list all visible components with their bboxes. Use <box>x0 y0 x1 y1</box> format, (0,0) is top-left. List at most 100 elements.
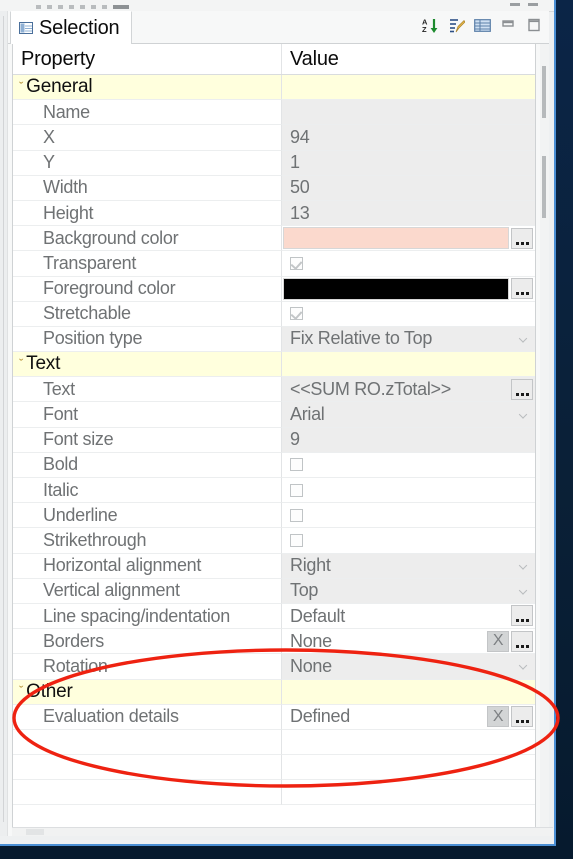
property-value-cell[interactable]: Top <box>281 578 535 604</box>
toolbar-combo[interactable] <box>113 4 129 9</box>
table-row[interactable]: Vertical alignment Top <box>13 578 535 604</box>
checkbox[interactable] <box>290 508 303 522</box>
property-value-cell[interactable] <box>281 503 535 529</box>
open-dialog-button[interactable] <box>511 605 533 627</box>
chevron-down-icon[interactable]: ˇ <box>19 80 23 93</box>
table-row[interactable]: Width 50 <box>13 175 535 201</box>
column-header-value[interactable]: Value <box>281 44 535 74</box>
property-value-cell[interactable] <box>281 301 535 327</box>
chevron-down-icon[interactable] <box>520 334 529 343</box>
table-row[interactable]: Height 13 <box>13 200 535 227</box>
table-row[interactable]: Y1 <box>13 150 535 176</box>
table-row[interactable]: X 94 <box>13 125 535 151</box>
table-row[interactable]: Evaluation details Defined X <box>13 704 535 730</box>
property-value-cell[interactable]: Defined X <box>281 704 535 730</box>
svg-text:Z: Z <box>422 25 427 34</box>
table-row[interactable]: Line spacing/indentation Default <box>13 603 535 630</box>
column-header-property[interactable]: Property <box>13 44 281 74</box>
chevron-down-icon[interactable] <box>520 662 529 671</box>
toolbar-button[interactable] <box>102 4 107 9</box>
table-row[interactable]: Italic <box>13 478 535 504</box>
property-value-cell[interactable]: 13 <box>281 200 535 227</box>
show-categories-icon[interactable] <box>471 15 493 35</box>
property-value-cell[interactable] <box>281 100 535 126</box>
property-value-cell[interactable]: None <box>281 654 535 680</box>
toolbar-button[interactable] <box>528 3 538 6</box>
property-value-cell[interactable] <box>281 478 535 504</box>
open-dialog-button[interactable] <box>511 706 533 728</box>
property-value-cell[interactable]: Arial <box>281 402 535 428</box>
table-row[interactable]: Bold <box>13 452 535 478</box>
property-value-cell[interactable] <box>281 452 535 478</box>
property-value-cell[interactable]: None X <box>281 629 535 655</box>
table-row[interactable]: Foreground color <box>13 276 535 302</box>
scroll-thumb-lower[interactable] <box>542 156 546 218</box>
property-value-cell[interactable]: 9 <box>281 427 535 453</box>
table-row[interactable]: Font size 9 <box>13 427 535 453</box>
property-value-cell[interactable] <box>281 251 535 277</box>
maximize-icon[interactable] <box>523 15 545 35</box>
toolbar-button[interactable] <box>69 4 74 9</box>
property-name-cell: Rotation <box>13 654 281 680</box>
filter-edit-icon[interactable] <box>445 15 467 35</box>
category-row[interactable]: ˇ Other <box>13 679 535 705</box>
property-value-cell[interactable]: Right <box>281 553 535 579</box>
checkbox[interactable] <box>290 256 303 270</box>
toolbar-button[interactable] <box>36 4 41 9</box>
clear-value-button[interactable]: X <box>487 630 509 652</box>
toolbar-button[interactable] <box>58 4 63 9</box>
table-row[interactable]: Strikethrough <box>13 528 535 554</box>
table-row[interactable]: Font Arial <box>13 402 535 428</box>
color-swatch[interactable] <box>283 227 509 250</box>
table-row[interactable]: Name <box>13 100 535 126</box>
toolbar-button[interactable] <box>510 3 520 6</box>
category-row[interactable]: ˇ Text <box>13 352 535 378</box>
open-dialog-button[interactable] <box>511 630 533 652</box>
checkbox[interactable] <box>290 533 303 547</box>
vertical-scrollbar[interactable] <box>540 44 549 828</box>
property-value-cell[interactable]: 94 <box>281 125 535 151</box>
checkbox[interactable] <box>290 307 303 321</box>
table-row[interactable]: Stretchable <box>13 301 535 327</box>
property-value-cell[interactable] <box>281 226 535 252</box>
scroll-thumb-upper[interactable] <box>542 66 546 118</box>
open-dialog-button[interactable] <box>511 227 533 249</box>
table-row[interactable]: Rotation None <box>13 654 535 680</box>
chevron-down-icon[interactable]: ˇ <box>19 357 23 370</box>
chevron-down-icon[interactable] <box>520 410 529 419</box>
tab-selection[interactable]: Selection <box>10 11 133 44</box>
property-value-cell[interactable]: Fix Relative to Top <box>281 326 535 353</box>
table-row[interactable]: Underline <box>13 503 535 529</box>
clear-value-button[interactable]: X <box>487 706 509 728</box>
toolbar-button[interactable] <box>91 4 96 9</box>
property-value-cell[interactable]: Default <box>281 603 535 630</box>
toolbar-button[interactable] <box>80 4 85 9</box>
toolbar-button[interactable] <box>47 4 52 9</box>
property-name-cell: Bold <box>13 452 281 478</box>
minimize-icon[interactable] <box>497 15 519 35</box>
property-value-cell[interactable]: 1 <box>281 150 535 176</box>
category-row[interactable]: ˇ General <box>13 75 535 101</box>
property-value-cell[interactable]: <<SUM RO.zTotal>> <box>281 377 535 403</box>
property-name-cell: Height <box>13 200 281 227</box>
sort-alphabetical-icon[interactable]: A Z <box>419 15 441 35</box>
table-row[interactable]: Borders None X <box>13 629 535 655</box>
checkbox[interactable] <box>290 483 303 497</box>
chevron-down-icon[interactable]: ˇ <box>19 684 23 697</box>
table-row[interactable]: Text <<SUM RO.zTotal>> <box>13 377 535 403</box>
color-swatch[interactable] <box>283 277 509 300</box>
open-dialog-button[interactable] <box>511 278 533 299</box>
chevron-down-icon[interactable] <box>520 561 529 570</box>
table-row[interactable]: Transparent <box>13 251 535 277</box>
table-row[interactable]: Horizontal alignment Right <box>13 553 535 579</box>
value-text: <<SUM RO.zTotal>> <box>290 378 451 399</box>
property-value-cell[interactable] <box>281 276 535 302</box>
property-value-cell[interactable]: 50 <box>281 175 535 201</box>
table-row[interactable]: Position type Fix Relative to Top <box>13 326 535 353</box>
property-value-cell[interactable] <box>281 528 535 554</box>
chevron-down-icon[interactable] <box>520 586 529 595</box>
checkbox[interactable] <box>290 458 303 472</box>
table-row[interactable]: Background color <box>13 226 535 252</box>
open-dialog-button[interactable] <box>511 378 533 400</box>
view-bottom-tab[interactable] <box>26 829 44 835</box>
